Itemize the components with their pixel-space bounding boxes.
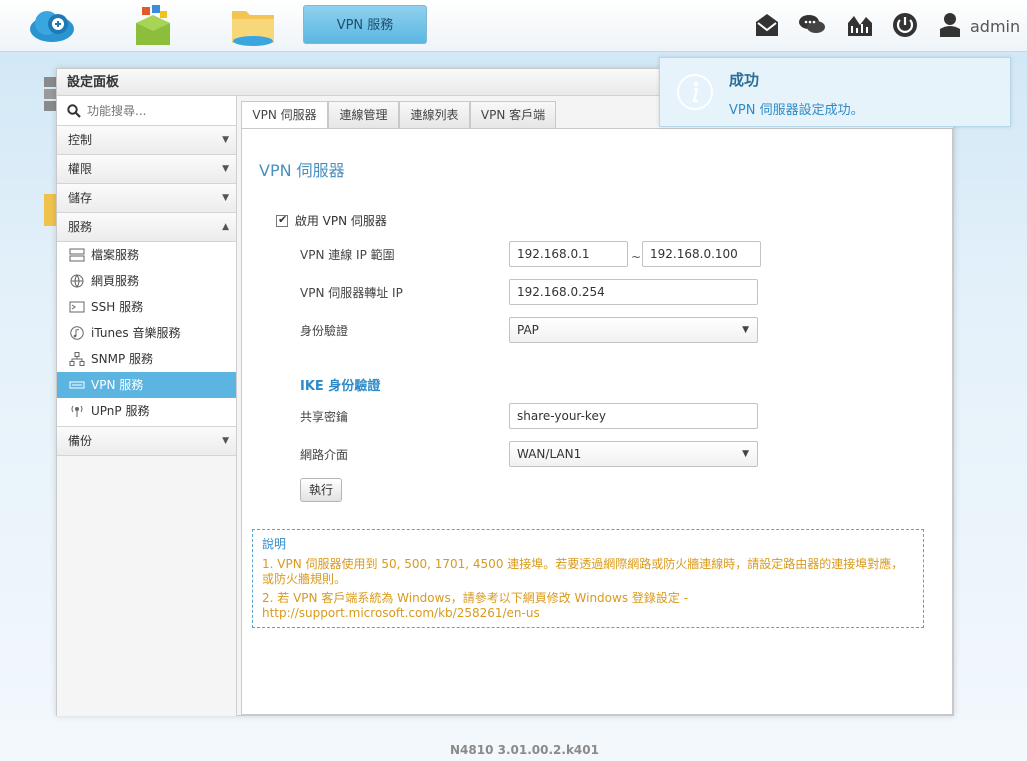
sidebar-item-vpn-service[interactable]: VPN 服務 bbox=[57, 372, 236, 398]
auth-select[interactable]: PAP ▼ bbox=[509, 317, 758, 343]
notes-line-1: 1. VPN 伺服器使用到 50, 500, 1701, 4500 連接埠。若要… bbox=[262, 557, 904, 586]
chevron-down-icon: ▼ bbox=[222, 193, 229, 203]
sidebar: 控制 ▼ 權限 ▼ 儲存 ▼ 服務 ▲ 檔案服務 bbox=[57, 96, 237, 716]
sidebar-item-label: 網頁服務 bbox=[91, 274, 140, 288]
desktop-drive-icon[interactable] bbox=[44, 75, 56, 115]
ip-range-label: VPN 連線 IP 範圍 bbox=[300, 248, 395, 262]
vpn-server-content: VPN 伺服器 啟用 VPN 伺服器 VPN 連線 IP 範圍 192.168.… bbox=[241, 128, 953, 715]
iface-select[interactable]: WAN/LAN1 ▼ bbox=[509, 441, 758, 467]
search-icon bbox=[67, 104, 81, 118]
sidebar-item-ssh-service[interactable]: SSH 服務 bbox=[57, 294, 236, 320]
file-server-icon bbox=[69, 248, 85, 262]
section-label: 服務 bbox=[68, 220, 93, 234]
chevron-down-icon: ▼ bbox=[742, 449, 749, 459]
activity-monitor-icon[interactable] bbox=[846, 11, 874, 39]
network-tree-icon bbox=[69, 352, 85, 366]
sidebar-item-label: SSH 服務 bbox=[91, 300, 144, 314]
psk-field[interactable]: share-your-key bbox=[509, 403, 758, 429]
sidebar-item-label: SNMP 服務 bbox=[91, 352, 153, 366]
forward-ip-label: VPN 伺服器轉址 IP bbox=[300, 286, 403, 300]
toast-title: 成功 bbox=[729, 71, 760, 89]
notes-box: 說明 1. VPN 伺服器使用到 50, 500, 1701, 4500 連接埠… bbox=[252, 529, 924, 628]
firmware-version: N4810 3.01.00.2.k401 bbox=[450, 743, 599, 757]
tab-vpn-server[interactable]: VPN 伺服器 bbox=[241, 101, 328, 129]
page-title: VPN 伺服器 bbox=[259, 161, 345, 180]
notes-title: 說明 bbox=[262, 537, 287, 551]
top-bar: VPN 服務 admin bbox=[0, 0, 1027, 52]
auth-label: 身份驗證 bbox=[300, 324, 349, 338]
sidebar-item-snmp-service[interactable]: SNMP 服務 bbox=[57, 346, 236, 372]
sidebar-item-label: UPnP 服務 bbox=[91, 404, 150, 418]
sidebar-item-label: VPN 服務 bbox=[91, 378, 144, 392]
info-icon bbox=[677, 74, 713, 110]
vpn-icon bbox=[69, 381, 85, 389]
settings-panel: 設定面板 控制 ▼ 權限 ▼ 儲存 ▼ 服務 ▲ bbox=[56, 68, 954, 716]
section-label: 備份 bbox=[68, 434, 93, 448]
iface-select-value: WAN/LAN1 bbox=[517, 447, 582, 461]
notes-line-2: 2. 若 VPN 客戶端系統為 Windows，請參考以下網頁修改 Window… bbox=[262, 591, 689, 620]
tab-connection-management[interactable]: 連線管理 bbox=[328, 101, 399, 129]
sidebar-search bbox=[57, 96, 236, 126]
user-icon[interactable] bbox=[938, 11, 962, 39]
chevron-down-icon: ▼ bbox=[222, 135, 229, 145]
sidebar-item-label: iTunes 音樂服務 bbox=[91, 326, 181, 340]
search-input[interactable] bbox=[87, 102, 227, 120]
antenna-icon bbox=[71, 405, 83, 417]
sidebar-section-control[interactable]: 控制 ▼ bbox=[57, 126, 236, 155]
mail-icon[interactable] bbox=[753, 11, 781, 39]
enable-vpn-label: 啟用 VPN 伺服器 bbox=[294, 214, 387, 228]
psk-label: 共享密鑰 bbox=[300, 410, 349, 424]
section-label: 儲存 bbox=[68, 191, 93, 205]
tab-vpn-client[interactable]: VPN 客戶端 bbox=[470, 101, 556, 129]
section-label: 權限 bbox=[68, 162, 93, 176]
sidebar-section-backup[interactable]: 備份 ▼ bbox=[57, 427, 236, 456]
sidebar-section-permission[interactable]: 權限 ▼ bbox=[57, 155, 236, 184]
forward-ip-field[interactable]: 192.168.0.254 bbox=[509, 279, 758, 305]
sidebar-section-storage[interactable]: 儲存 ▼ bbox=[57, 184, 236, 213]
sidebar-item-file-service[interactable]: 檔案服務 bbox=[57, 242, 236, 268]
ike-section-title: IKE 身份驗證 bbox=[300, 379, 381, 394]
execute-button[interactable]: 執行 bbox=[300, 478, 342, 502]
chevron-down-icon: ▼ bbox=[222, 164, 229, 174]
auth-select-value: PAP bbox=[517, 323, 539, 337]
taskbar-vpn-button[interactable]: VPN 服務 bbox=[303, 5, 427, 44]
sidebar-section-service[interactable]: 服務 ▲ bbox=[57, 213, 236, 242]
music-note-icon bbox=[70, 326, 84, 340]
chevron-up-icon: ▲ bbox=[222, 222, 229, 232]
terminal-icon bbox=[69, 301, 85, 313]
toast-message: VPN 伺服器設定成功。 bbox=[729, 103, 864, 118]
iface-label: 網路介面 bbox=[300, 448, 349, 462]
chevron-down-icon: ▼ bbox=[222, 436, 229, 446]
enable-vpn-row: 啟用 VPN 伺服器 bbox=[276, 212, 387, 229]
section-label: 控制 bbox=[68, 133, 93, 147]
web-globe-icon bbox=[70, 274, 84, 288]
sidebar-item-label: 檔案服務 bbox=[91, 248, 140, 262]
power-icon[interactable] bbox=[891, 11, 919, 39]
sidebar-item-upnp-service[interactable]: UPnP 服務 bbox=[57, 398, 236, 424]
desktop-folder-icon[interactable] bbox=[44, 190, 56, 230]
chat-icon[interactable] bbox=[798, 11, 826, 39]
cloud-app-icon[interactable] bbox=[27, 3, 77, 47]
user-name[interactable]: admin bbox=[970, 17, 1020, 36]
ip-end-field[interactable]: 192.168.0.100 bbox=[642, 241, 761, 267]
enable-vpn-checkbox[interactable] bbox=[276, 213, 288, 227]
app-center-icon[interactable] bbox=[128, 3, 178, 47]
sidebar-item-itunes-service[interactable]: iTunes 音樂服務 bbox=[57, 320, 236, 346]
chevron-down-icon: ▼ bbox=[742, 325, 749, 335]
ip-start-field[interactable]: 192.168.0.1 bbox=[509, 241, 628, 267]
service-submenu: 檔案服務 網頁服務 SSH 服務 iTunes 音樂服務 SNMP 服務 VPN… bbox=[57, 242, 236, 427]
sidebar-item-web-service[interactable]: 網頁服務 bbox=[57, 268, 236, 294]
success-toast[interactable]: 成功 VPN 伺服器設定成功。 bbox=[659, 57, 1011, 127]
tab-connection-list[interactable]: 連線列表 bbox=[399, 101, 470, 129]
ip-range-separator: ~ bbox=[631, 250, 642, 264]
file-manager-icon[interactable] bbox=[228, 3, 278, 47]
